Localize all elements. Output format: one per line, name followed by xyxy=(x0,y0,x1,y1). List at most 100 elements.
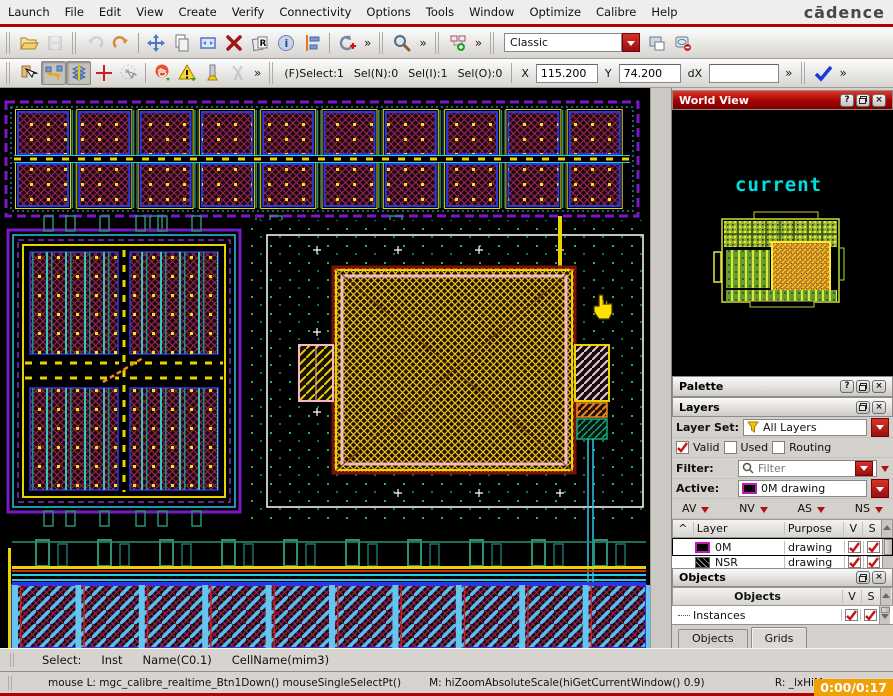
objects-table-header[interactable]: Objects V S xyxy=(672,587,893,606)
tab-grids[interactable]: Grids xyxy=(750,627,808,648)
active-layer-dropdown[interactable] xyxy=(871,479,889,498)
objects-column-header[interactable]: Objects xyxy=(673,590,842,603)
active-layer-combobox[interactable]: 0M drawing xyxy=(738,480,867,497)
scrollbar[interactable] xyxy=(879,606,890,624)
toolbar-grip[interactable] xyxy=(6,31,12,54)
world-view-titlebar[interactable]: World View ? × xyxy=(672,90,893,110)
zoom-button[interactable] xyxy=(389,30,415,56)
toolbar-grip[interactable] xyxy=(6,62,12,84)
toolbar-overflow[interactable]: » xyxy=(415,36,430,50)
close-icon[interactable]: × xyxy=(872,380,886,393)
stretch-button[interactable] xyxy=(195,30,221,56)
scrollbar[interactable] xyxy=(882,538,893,556)
workspace-dropdown-button[interactable] xyxy=(622,33,641,52)
layer-traverse-button[interactable] xyxy=(66,61,91,85)
delete-button[interactable] xyxy=(221,30,247,56)
toolbar-overflow[interactable]: » xyxy=(250,66,265,80)
objects-row-instances[interactable]: Instances xyxy=(672,606,893,624)
menu-window[interactable]: Window xyxy=(469,5,514,19)
world-view-canvas[interactable]: current xyxy=(672,110,893,376)
objects-titlebar[interactable]: Objects × xyxy=(672,568,893,587)
ns-button[interactable]: NS xyxy=(855,502,870,515)
layers-titlebar[interactable]: Layers × xyxy=(672,397,893,417)
x-coordinate-input[interactable] xyxy=(535,63,598,83)
save-button[interactable] xyxy=(42,30,68,56)
help-icon[interactable]: ? xyxy=(840,93,854,107)
layer-table-header[interactable]: ^ Layer Purpose V S xyxy=(672,519,893,538)
selectable-checkbox[interactable] xyxy=(866,556,880,568)
layer-row-0m[interactable]: 0M drawing xyxy=(672,538,893,556)
dx-input[interactable] xyxy=(709,63,780,83)
toolbar-grip[interactable] xyxy=(269,62,276,84)
nv-button[interactable]: NV xyxy=(739,502,755,515)
statusbar-grip[interactable] xyxy=(8,675,14,690)
crosshair-button[interactable] xyxy=(91,61,116,85)
toolbar-grip[interactable] xyxy=(434,31,441,54)
menu-tools[interactable]: Tools xyxy=(426,5,454,19)
restore-icon[interactable] xyxy=(856,400,870,414)
visible-checkbox[interactable] xyxy=(847,541,861,553)
close-icon[interactable]: × xyxy=(872,571,886,584)
tab-objects[interactable]: Objects xyxy=(678,629,748,648)
routing-checkbox[interactable] xyxy=(772,441,786,454)
as-button[interactable]: AS xyxy=(798,502,813,515)
filter-input[interactable] xyxy=(758,461,851,475)
menu-view[interactable]: View xyxy=(136,5,163,19)
pause-on-error-button[interactable] xyxy=(175,61,200,85)
filter-menu-arrow-icon[interactable] xyxy=(881,466,889,476)
v-column-header[interactable]: V xyxy=(842,590,861,603)
probe-button[interactable] xyxy=(200,61,225,85)
layer-set-dropdown[interactable] xyxy=(871,417,889,437)
single-select-button[interactable] xyxy=(16,61,41,85)
filter-dropdown[interactable] xyxy=(855,460,873,476)
ns-menu-arrow-icon[interactable] xyxy=(874,506,883,517)
close-icon[interactable]: × xyxy=(872,400,886,414)
av-menu-arrow-icon[interactable] xyxy=(701,506,710,517)
mim-capacitor[interactable] xyxy=(331,265,577,475)
purpose-column-header[interactable]: Purpose xyxy=(783,522,843,535)
sort-arrow-icon[interactable]: ^ xyxy=(673,522,693,535)
selectable-checkbox[interactable] xyxy=(866,541,880,553)
valid-checkbox[interactable] xyxy=(676,441,689,454)
menu-edit[interactable]: Edit xyxy=(99,5,121,19)
filter-field[interactable] xyxy=(738,459,877,477)
descend-button[interactable] xyxy=(445,30,471,56)
y-coordinate-input[interactable] xyxy=(618,63,681,83)
layer-row-nsr[interactable]: NSR drawing xyxy=(672,556,893,568)
s-column-header[interactable]: S xyxy=(862,522,881,535)
move-button[interactable] xyxy=(143,30,169,56)
workspace-combobox[interactable]: Classic xyxy=(504,33,641,52)
restore-icon[interactable] xyxy=(856,93,870,107)
toolbar-grip[interactable] xyxy=(800,62,807,84)
menu-optimize[interactable]: Optimize xyxy=(529,5,581,19)
menu-create[interactable]: Create xyxy=(178,5,216,19)
properties-button[interactable]: R xyxy=(247,30,273,56)
menu-connectivity[interactable]: Connectivity xyxy=(279,5,351,19)
window-assistant-button[interactable] xyxy=(644,30,670,56)
v-column-header[interactable]: V xyxy=(843,522,862,535)
top-capacitor-array[interactable] xyxy=(4,100,640,218)
toolbar-grip[interactable] xyxy=(379,31,386,54)
menu-file[interactable]: File xyxy=(65,5,84,19)
menu-options[interactable]: Options xyxy=(366,5,410,19)
scrollbar[interactable] xyxy=(882,556,893,568)
as-menu-arrow-icon[interactable] xyxy=(817,506,826,517)
nv-menu-arrow-icon[interactable] xyxy=(759,506,768,517)
route-flight-button[interactable] xyxy=(41,61,66,85)
open-button[interactable] xyxy=(16,30,42,56)
statusbar-grip[interactable] xyxy=(10,653,16,667)
layer-set-combobox[interactable]: All Layers xyxy=(743,418,867,436)
s-column-header[interactable]: S xyxy=(861,590,880,603)
help-icon[interactable]: ? xyxy=(840,380,854,393)
visible-checkbox[interactable] xyxy=(844,609,858,621)
menu-launch[interactable]: Launch xyxy=(8,5,50,19)
refresh-session-button[interactable] xyxy=(334,30,360,56)
panel-splitter[interactable] xyxy=(650,88,672,648)
tools-button[interactable] xyxy=(225,61,250,85)
close-icon[interactable]: × xyxy=(872,93,886,107)
toolbar-overflow[interactable]: » xyxy=(781,66,796,80)
palette-titlebar[interactable]: Palette ? × xyxy=(672,376,893,397)
visible-checkbox[interactable] xyxy=(847,556,861,568)
menu-calibre[interactable]: Calibre xyxy=(596,5,636,19)
info-button[interactable]: i xyxy=(273,30,299,56)
